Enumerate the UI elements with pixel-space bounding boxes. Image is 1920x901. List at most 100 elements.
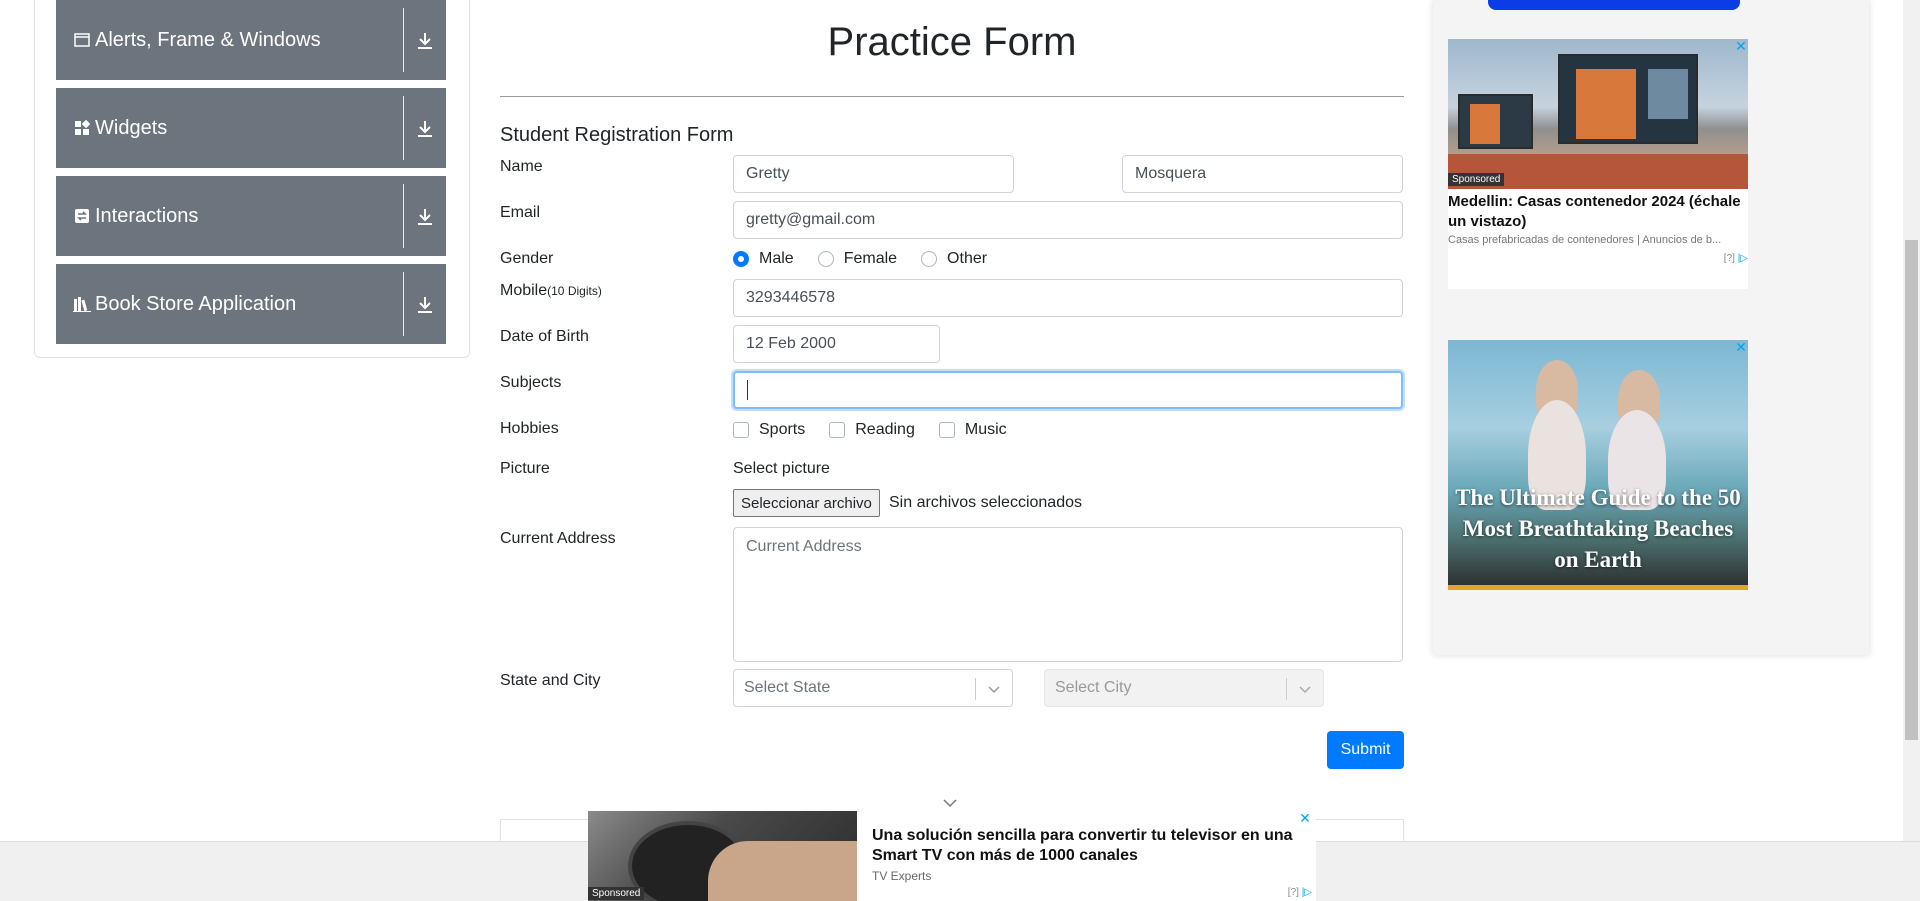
mobile-hint: (10 Digits) [547, 284, 602, 298]
file-status: Sin archivos seleccionados [889, 494, 1082, 511]
hand-shape [708, 841, 857, 901]
divider [403, 96, 404, 160]
sidebar-group-interactions[interactable]: Interactions [56, 176, 446, 256]
mobile-input[interactable]: 3293446578 [733, 279, 1403, 317]
dob-label: Date of Birth [500, 328, 589, 345]
radio[interactable] [921, 251, 938, 267]
right-ad-column: Sponsored ✕ Medellin: Casas contenedor 2… [1433, 0, 1869, 655]
adchoices-icon[interactable]: [?] |▷ [1288, 887, 1312, 898]
divider [403, 8, 404, 72]
state-city-label: State and City [500, 672, 601, 689]
gender-radio-group: Male Female Other [733, 250, 1011, 268]
radio-label: Other [947, 250, 988, 267]
checkbox-label: Music [964, 421, 1007, 438]
address-label: Current Address [500, 530, 616, 547]
gender-label: Gender [500, 250, 554, 267]
picture-label: Picture [500, 460, 550, 477]
divider [403, 184, 404, 248]
hobby-music-option[interactable]: Music [938, 421, 1007, 439]
sidebar-group-label: Interactions [95, 204, 199, 227]
ad-bottom-banner[interactable]: Sponsored ✕ Una solución sencilla para c… [588, 811, 1316, 901]
container-house-shape [1576, 69, 1636, 139]
email-label: Email [500, 204, 541, 221]
state-select[interactable]: Select State [733, 669, 1013, 707]
hobby-sports-option[interactable]: Sports [733, 421, 805, 439]
ad-headline[interactable]: Una solución sencilla para convertir tu … [872, 826, 1302, 866]
page-title: Practice Form [827, 20, 1077, 64]
text-caret [747, 380, 748, 400]
close-icon[interactable]: ✕ [1734, 340, 1748, 354]
adchoices-icon[interactable]: [?] |▷ [1724, 253, 1748, 264]
submit-button[interactable]: Submit [1327, 731, 1404, 769]
city-select[interactable]: Select City [1044, 669, 1324, 707]
interactions-icon [73, 207, 91, 225]
subjects-label: Subjects [500, 374, 562, 391]
download-icon[interactable] [414, 204, 436, 228]
chevron-down-icon[interactable] [1297, 681, 1313, 697]
container-house-shape [1648, 69, 1688, 119]
radio-label: Female [843, 250, 898, 267]
hobbies-label: Hobbies [500, 420, 559, 437]
address-placeholder: Current Address [746, 538, 862, 555]
download-icon[interactable] [414, 292, 436, 316]
ad-sponsored-containers[interactable]: Sponsored ✕ Medellin: Casas contenedor 2… [1448, 39, 1748, 289]
sidebar-group-book-store[interactable]: Book Store Application [56, 264, 446, 344]
sidebar-group-label: Alerts, Frame & Windows [95, 28, 321, 51]
sidebar: Alerts, Frame & Windows Widgets Interact… [34, 0, 470, 358]
sidebar-group-alerts[interactable]: Alerts, Frame & Windows [56, 0, 446, 80]
gender-male-option[interactable]: Male [733, 250, 794, 268]
ad-image: Sponsored [588, 811, 857, 901]
last-name-input[interactable]: Mosquera [1122, 155, 1403, 193]
chevron-down-icon[interactable] [986, 681, 1002, 697]
download-icon[interactable] [414, 116, 436, 140]
scrollbar-thumb[interactable] [1905, 240, 1918, 740]
ad-description: Casas prefabricadas de contenedores | An… [1448, 234, 1722, 246]
ad-caption: The Ultimate Guide to the 50 Most Breath… [1455, 485, 1741, 572]
download-icon[interactable] [414, 28, 436, 52]
hobbies-checkbox-group: Sports Reading Music [733, 421, 1031, 439]
ad-source: TV Experts [872, 869, 932, 883]
sidebar-group-widgets[interactable]: Widgets [56, 88, 446, 168]
ad-headline[interactable]: Medellin: Casas contenedor 2024 (échale … [1448, 192, 1748, 232]
checkbox[interactable] [733, 422, 749, 438]
current-address-textarea[interactable]: Current Address [733, 527, 1403, 662]
state-placeholder: Select State [744, 679, 831, 696]
form-subtitle: Student Registration Form [500, 124, 734, 146]
checkbox[interactable] [938, 422, 955, 438]
email-input[interactable]: gretty@gmail.com [733, 201, 1403, 239]
close-icon[interactable]: ✕ [1734, 39, 1748, 53]
city-placeholder: Select City [1055, 679, 1132, 696]
first-name-input[interactable]: Gretty [733, 155, 1014, 193]
adchoices-label: [?] [1723, 253, 1735, 264]
books-icon [73, 295, 91, 313]
gender-female-option[interactable]: Female [817, 250, 898, 268]
radio[interactable] [817, 251, 834, 267]
window-icon [73, 31, 91, 49]
hobby-reading-option[interactable]: Reading [829, 421, 915, 439]
ad-beaches[interactable]: ✕ The Ultimate Guide to the 50 Most Brea… [1448, 340, 1748, 590]
ad-bottom-bar [1448, 585, 1748, 590]
choose-file-button[interactable]: Seleccionar archivo [733, 489, 880, 517]
radio-checked[interactable] [733, 251, 749, 267]
gender-other-option[interactable]: Other [921, 250, 987, 268]
dob-input[interactable]: 12 Feb 2000 [733, 325, 940, 363]
name-label: Name [500, 158, 543, 175]
checkbox-label: Reading [855, 421, 915, 438]
mobile-label: Mobile(10 Digits) [500, 282, 602, 300]
mobile-label-text: Mobile [500, 282, 548, 299]
select-separator [1286, 678, 1287, 700]
sidebar-group-label: Book Store Application [95, 292, 297, 315]
scrollbar[interactable] [1903, 0, 1920, 841]
ad-image: Sponsored [1448, 39, 1748, 189]
sidebar-group-label: Widgets [95, 116, 168, 139]
checkbox-label: Sports [759, 421, 806, 438]
chevron-down-icon[interactable] [942, 796, 958, 808]
sponsored-tag: Sponsored [1448, 173, 1505, 186]
adchoices-label: [?] [1287, 887, 1299, 898]
close-icon[interactable]: ✕ [1298, 811, 1312, 825]
select-picture-label: Select picture [733, 460, 830, 477]
ad-button[interactable] [1488, 0, 1740, 10]
page: Alerts, Frame & Windows Widgets Interact… [0, 0, 1920, 901]
subjects-input[interactable] [733, 371, 1403, 409]
checkbox[interactable] [829, 422, 846, 438]
